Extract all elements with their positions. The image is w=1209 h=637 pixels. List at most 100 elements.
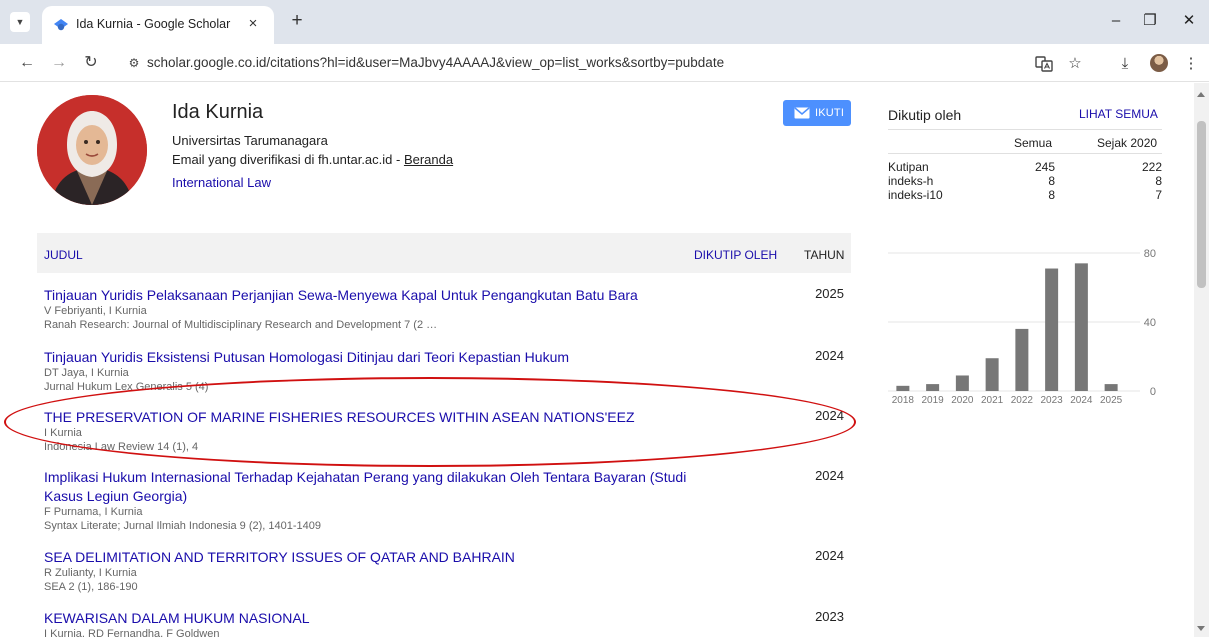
scrollbar-thumb[interactable] <box>1197 121 1206 288</box>
browser-toolbar: ← → ↻ ⚙ scholar.google.co.id/citations?h… <box>0 44 1209 82</box>
article-authors: F Purnama, I Kurnia <box>44 506 143 518</box>
x-tick-label: 2018 <box>892 395 915 406</box>
site-info-icon[interactable]: ⚙ <box>124 54 144 72</box>
sort-by-title-header[interactable]: JUDUL <box>44 248 83 262</box>
x-tick-label: 2021 <box>981 395 1004 406</box>
metric-label: Kutipan <box>888 160 929 174</box>
col-since-header: Sejak 2020 <box>1097 136 1158 150</box>
metric-label: indeks-i10 <box>888 188 943 202</box>
profile-affiliation: Universirtas Tarumanagara <box>172 133 328 148</box>
y-tick-label: 80 <box>1144 248 1156 260</box>
x-tick-label: 2020 <box>951 395 974 406</box>
sort-by-cited-header[interactable]: DIKUTIP OLEH <box>694 248 777 262</box>
cited-by-title: Dikutip oleh <box>888 107 962 123</box>
metric-all: 245 <box>1034 160 1055 174</box>
chart-bar-2022 <box>1015 328 1029 391</box>
tab-close-icon[interactable]: × <box>244 15 262 33</box>
tab-title: Ida Kurnia - Google Scholar <box>76 17 231 31</box>
profile-name: Ida Kurnia <box>172 101 264 123</box>
chart-bar-2023 <box>1045 268 1059 391</box>
scroll-down-arrow-icon[interactable] <box>1197 626 1205 631</box>
tab-search-icon[interactable]: ▼ <box>10 12 30 32</box>
close-icon[interactable]: ✕ <box>1176 10 1202 32</box>
x-tick-label: 2019 <box>922 395 945 406</box>
kebab-menu-icon[interactable]: ⋮ <box>1180 53 1202 75</box>
research-interest-link[interactable]: International Law <box>172 175 271 190</box>
new-tab-button[interactable]: + <box>286 10 308 32</box>
articles-table-header: JUDUL DIKUTIP OLEH TAHUN <box>37 233 851 273</box>
y-tick-label: 40 <box>1144 317 1156 329</box>
metric-since: 7 <box>1155 188 1162 202</box>
citations-per-year-chart: 0 40 80 2018 2019 2020 2021 2022 2023 2024 2025 <box>876 235 1176 420</box>
metric-since: 8 <box>1155 174 1162 188</box>
page-scrollbar[interactable] <box>1194 83 1209 637</box>
divider <box>888 129 1162 130</box>
article-year: 2024 <box>815 468 844 483</box>
article-venue: SEA 2 (1), 186-190 <box>44 581 138 593</box>
profile-photo <box>37 95 147 205</box>
x-tick-label: 2023 <box>1041 395 1064 406</box>
chart-bar-2018 <box>896 385 910 391</box>
follow-label: IKUTI <box>815 107 845 119</box>
bookmark-star-icon[interactable]: ☆ <box>1064 53 1086 75</box>
divider <box>888 153 1162 154</box>
sort-by-year-header[interactable]: TAHUN <box>804 248 844 262</box>
article-year: 2025 <box>815 286 844 301</box>
y-tick-label: 0 <box>1150 386 1156 398</box>
article-authors: V Febriyanti, I Kurnia <box>44 305 147 317</box>
chart-bar-2025 <box>1104 384 1118 391</box>
browser-tab[interactable]: Ida Kurnia - Google Scholar × <box>42 6 274 44</box>
article-year: 2024 <box>815 348 844 363</box>
minimize-icon[interactable]: – <box>1103 10 1129 32</box>
scholar-page: Ida Kurnia Universirtas Tarumanagara Ema… <box>0 83 1209 637</box>
x-tick-label: 2025 <box>1100 395 1123 406</box>
profile-email-line: Email yang diverifikasi di fh.untar.ac.i… <box>172 152 453 167</box>
chart-bar-2024 <box>1074 263 1088 391</box>
verified-email-text: Email yang diverifikasi di fh.untar.ac.i… <box>172 152 404 167</box>
col-all-header: Semua <box>1014 136 1053 150</box>
profile-avatar[interactable] <box>1150 54 1168 72</box>
homepage-link[interactable]: Beranda <box>404 152 453 167</box>
article-title-link[interactable]: Tinjauan Yuridis Eksistensi Putusan Homo… <box>44 348 724 367</box>
article-venue: Indonesia Law Review 14 (1), 4 <box>44 441 199 453</box>
download-icon[interactable]: ⤓ <box>1114 53 1136 75</box>
article-title-link[interactable]: Tinjauan Yuridis Pelaksanaan Perjanjian … <box>44 286 724 305</box>
article-year: 2024 <box>815 408 844 423</box>
envelope-icon <box>794 107 810 119</box>
google-scholar-favicon-icon <box>54 19 68 31</box>
article-title-link[interactable]: Implikasi Hukum Internasional Terhadap K… <box>44 468 724 506</box>
restore-icon[interactable]: ❐ <box>1137 10 1163 32</box>
metric-since: 222 <box>1141 160 1162 174</box>
article-venue: Syntax Literate; Jurnal Ilmiah Indonesia… <box>44 520 321 532</box>
article-title-link[interactable]: THE PRESERVATION OF MARINE FISHERIES RES… <box>44 408 724 427</box>
chart-bar-2020 <box>955 375 969 391</box>
address-bar[interactable]: ⚙ scholar.google.co.id/citations?hl=id&u… <box>118 49 1014 77</box>
x-tick-label: 2024 <box>1070 395 1093 406</box>
article-authors: R Zulianty, I Kurnia <box>44 567 137 579</box>
article-title-link[interactable]: SEA DELIMITATION AND TERRITORY ISSUES OF… <box>44 548 724 567</box>
follow-button[interactable]: IKUTI <box>783 100 851 126</box>
back-arrow-icon[interactable]: ← <box>16 52 38 74</box>
metric-label: indeks-h <box>888 174 934 188</box>
url-text[interactable]: scholar.google.co.id/citations?hl=id&use… <box>147 55 724 70</box>
chart-bar-2019 <box>926 384 940 391</box>
article-authors: I Kurnia, RD Fernandha, F Goldwen <box>44 628 220 637</box>
see-all-button[interactable]: LIHAT SEMUA <box>1079 107 1158 121</box>
reload-icon[interactable]: ↻ <box>80 52 102 74</box>
citations-bar-chart: 0 40 80 2018 2019 2020 2021 2022 2023 2024 2025 <box>888 248 1156 406</box>
article-authors: DT Jaya, I Kurnia <box>44 367 129 379</box>
metric-all: 8 <box>1048 188 1055 202</box>
chart-bar-2021 <box>985 358 999 391</box>
translate-icon[interactable] <box>1033 53 1055 75</box>
article-year: 2024 <box>815 548 844 563</box>
article-title-link[interactable]: KEWARISAN DALAM HUKUM NASIONAL <box>44 609 724 628</box>
article-authors: I Kurnia <box>44 427 82 439</box>
metric-all: 8 <box>1048 174 1055 188</box>
article-venue: Ranah Research: Journal of Multidiscipli… <box>44 319 438 331</box>
article-year: 2023 <box>815 609 844 624</box>
browser-tab-bar: ▼ Ida Kurnia - Google Scholar × + – ❐ ✕ <box>0 0 1209 44</box>
x-tick-label: 2022 <box>1011 395 1034 406</box>
article-venue: Jurnal Hukum Lex Generalis 5 (4) <box>44 381 209 393</box>
scroll-up-arrow-icon[interactable] <box>1197 92 1205 97</box>
forward-arrow-icon[interactable]: → <box>48 52 70 74</box>
